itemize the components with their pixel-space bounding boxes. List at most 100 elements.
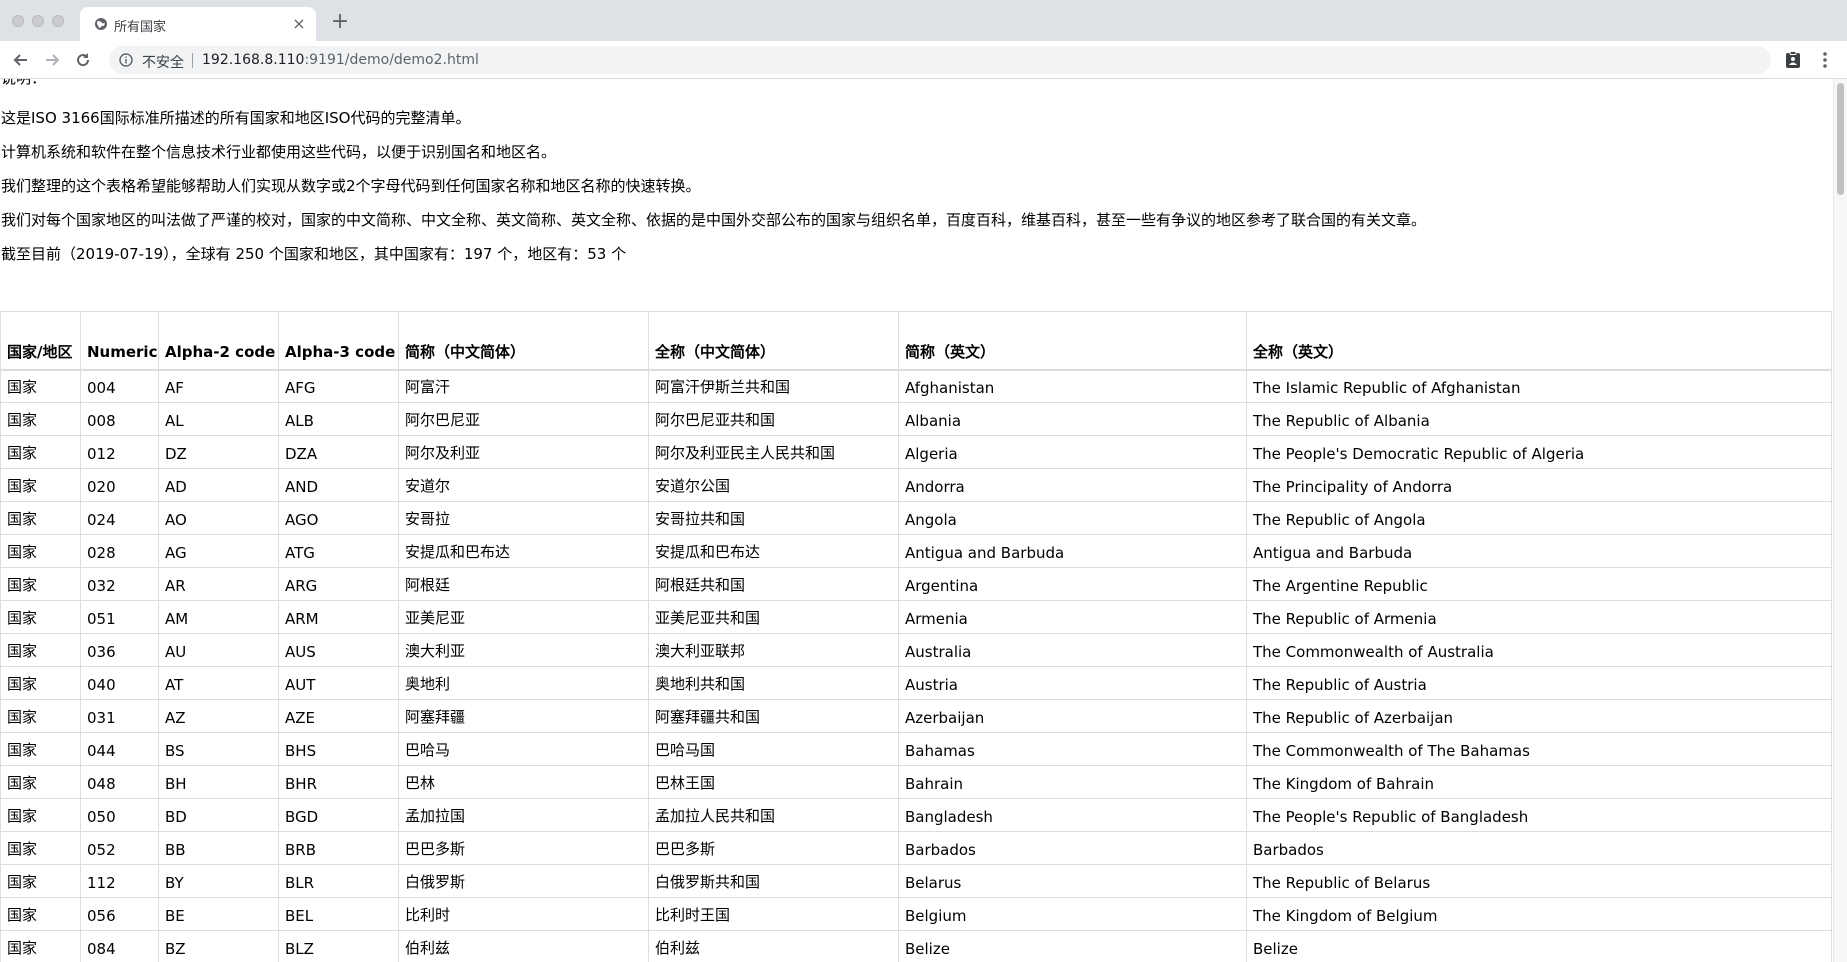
cell-short-name-en: Afghanistan bbox=[898, 369, 1247, 403]
security-status-label[interactable]: 不安全 bbox=[142, 52, 184, 72]
cell-short-name-en: Barbados bbox=[898, 831, 1247, 865]
cell-numeric: 112 bbox=[80, 864, 159, 898]
cell-numeric: 052 bbox=[80, 831, 159, 865]
cell-short-name-en: Armenia bbox=[898, 600, 1247, 634]
cell-region-type: 国家 bbox=[0, 534, 81, 568]
reload-icon[interactable] bbox=[73, 50, 93, 70]
cell-full-name-zh: 阿塞拜疆共和国 bbox=[648, 699, 899, 733]
cell-region-type: 国家 bbox=[0, 369, 81, 403]
cell-full-name-en: The Islamic Republic of Afghanistan bbox=[1246, 369, 1832, 403]
cell-full-name-zh: 澳大利亚联邦 bbox=[648, 633, 899, 667]
cell-short-name-en: Belize bbox=[898, 930, 1247, 962]
cell-alpha2: BE bbox=[158, 897, 279, 931]
table-row: 国家 084 BZ BLZ 伯利兹 伯利兹 Belize Belize bbox=[0, 930, 1832, 962]
countries-table: 国家/地区 Numeric Alpha-2 code Alpha-3 code … bbox=[0, 311, 1832, 962]
cell-short-name-zh: 巴林 bbox=[398, 765, 649, 799]
cell-numeric: 020 bbox=[80, 468, 159, 502]
cell-region-type: 国家 bbox=[0, 501, 81, 535]
cell-short-name-en: Argentina bbox=[898, 567, 1247, 601]
table-row: 国家 032 AR ARG 阿根廷 阿根廷共和国 Argentina The Argentin… bbox=[0, 567, 1832, 601]
cell-region-type: 国家 bbox=[0, 435, 81, 469]
cell-numeric: 032 bbox=[80, 567, 159, 601]
new-tab-button[interactable]: + bbox=[330, 11, 350, 33]
cell-alpha2: BY bbox=[158, 864, 279, 898]
cell-short-name-en: Australia bbox=[898, 633, 1247, 667]
table-row: 国家 020 AD AND 安道尔 安道尔公国 Andorra The Principalit… bbox=[0, 468, 1832, 502]
header-region-type: 国家/地区 bbox=[0, 311, 81, 370]
cell-alpha3: DZA bbox=[278, 435, 399, 469]
cell-short-name-en: Belgium bbox=[898, 897, 1247, 931]
cell-short-name-zh: 安道尔 bbox=[398, 468, 649, 502]
cell-numeric: 048 bbox=[80, 765, 159, 799]
cell-full-name-en: The Commonwealth of The Bahamas bbox=[1246, 732, 1832, 766]
forward-arrow-icon[interactable] bbox=[42, 50, 62, 70]
cell-numeric: 012 bbox=[80, 435, 159, 469]
cell-alpha2: AR bbox=[158, 567, 279, 601]
scrollbar-thumb[interactable] bbox=[1837, 83, 1844, 195]
close-window-button[interactable] bbox=[12, 15, 24, 27]
cell-alpha2: AM bbox=[158, 600, 279, 634]
cell-full-name-en: The Republic of Angola bbox=[1246, 501, 1832, 535]
cell-full-name-zh: 奥地利共和国 bbox=[648, 666, 899, 700]
more-menu-icon[interactable] bbox=[1815, 50, 1835, 70]
cell-numeric: 044 bbox=[80, 732, 159, 766]
cell-alpha2: AG bbox=[158, 534, 279, 568]
cell-region-type: 国家 bbox=[0, 864, 81, 898]
intro-paragraph-2: 计算机系统和软件在整个信息技术行业都使用这些代码，以便于识别国名和地区名。 bbox=[1, 143, 557, 161]
cell-alpha3: BLR bbox=[278, 864, 399, 898]
cell-region-type: 国家 bbox=[0, 468, 81, 502]
cell-alpha2: DZ bbox=[158, 435, 279, 469]
back-arrow-icon[interactable] bbox=[11, 50, 31, 70]
cell-region-type: 国家 bbox=[0, 633, 81, 667]
tab-strip: 所有国家 × + bbox=[0, 0, 1847, 41]
cell-alpha3: AZE bbox=[278, 699, 399, 733]
cell-numeric: 031 bbox=[80, 699, 159, 733]
tab-active[interactable]: 所有国家 × bbox=[80, 7, 316, 41]
cell-short-name-zh: 安哥拉 bbox=[398, 501, 649, 535]
cell-region-type: 国家 bbox=[0, 798, 81, 832]
cell-short-name-zh: 孟加拉国 bbox=[398, 798, 649, 832]
cell-short-name-zh: 阿尔及利亚 bbox=[398, 435, 649, 469]
cell-full-name-zh: 孟加拉人民共和国 bbox=[648, 798, 899, 832]
cell-alpha2: AL bbox=[158, 402, 279, 436]
minimize-window-button[interactable] bbox=[32, 15, 44, 27]
table-row: 国家 112 BY BLR 白俄罗斯 白俄罗斯共和国 Belarus The Republic… bbox=[0, 864, 1832, 898]
cell-short-name-en: Andorra bbox=[898, 468, 1247, 502]
cell-region-type: 国家 bbox=[0, 831, 81, 865]
cell-full-name-en: The Kingdom of Bahrain bbox=[1246, 765, 1832, 799]
cell-alpha3: BRB bbox=[278, 831, 399, 865]
cell-numeric: 028 bbox=[80, 534, 159, 568]
header-alpha3: Alpha-3 code bbox=[278, 311, 399, 370]
cell-numeric: 040 bbox=[80, 666, 159, 700]
cell-short-name-en: Austria bbox=[898, 666, 1247, 700]
cell-full-name-en: The People's Republic of Bangladesh bbox=[1246, 798, 1832, 832]
cell-alpha2: BH bbox=[158, 765, 279, 799]
cell-alpha3: AGO bbox=[278, 501, 399, 535]
address-bar[interactable]: 不安全 192.168.8.110:9191/demo/demo2.html bbox=[109, 46, 1771, 74]
cell-full-name-en: The Republic of Austria bbox=[1246, 666, 1832, 700]
cell-alpha3: BHS bbox=[278, 732, 399, 766]
cell-full-name-zh: 安道尔公国 bbox=[648, 468, 899, 502]
cell-alpha3: AUT bbox=[278, 666, 399, 700]
info-icon[interactable] bbox=[119, 53, 133, 67]
cell-region-type: 国家 bbox=[0, 765, 81, 799]
cell-full-name-en: The Republic of Armenia bbox=[1246, 600, 1832, 634]
extension-clipboard-icon[interactable] bbox=[1783, 50, 1803, 70]
cell-short-name-zh: 伯利兹 bbox=[398, 930, 649, 962]
cell-short-name-en: Albania bbox=[898, 402, 1247, 436]
url-text[interactable]: 192.168.8.110:9191/demo/demo2.html bbox=[202, 52, 479, 68]
cell-numeric: 051 bbox=[80, 600, 159, 634]
cell-alpha3: BGD bbox=[278, 798, 399, 832]
cell-alpha2: AD bbox=[158, 468, 279, 502]
cell-short-name-zh: 澳大利亚 bbox=[398, 633, 649, 667]
close-tab-icon[interactable]: × bbox=[290, 15, 308, 33]
vertical-scrollbar[interactable] bbox=[1833, 79, 1847, 962]
cell-full-name-zh: 阿尔及利亚民主人民共和国 bbox=[648, 435, 899, 469]
cell-full-name-zh: 巴哈马国 bbox=[648, 732, 899, 766]
header-alpha2: Alpha-2 code bbox=[158, 311, 279, 370]
cell-region-type: 国家 bbox=[0, 699, 81, 733]
cell-full-name-zh: 阿尔巴尼亚共和国 bbox=[648, 402, 899, 436]
page-content: 说明： 这是ISO 3166国际标准所描述的所有国家和地区ISO代码的完整清单。… bbox=[0, 79, 1833, 962]
cell-full-name-zh: 亚美尼亚共和国 bbox=[648, 600, 899, 634]
zoom-window-button[interactable] bbox=[52, 15, 64, 27]
